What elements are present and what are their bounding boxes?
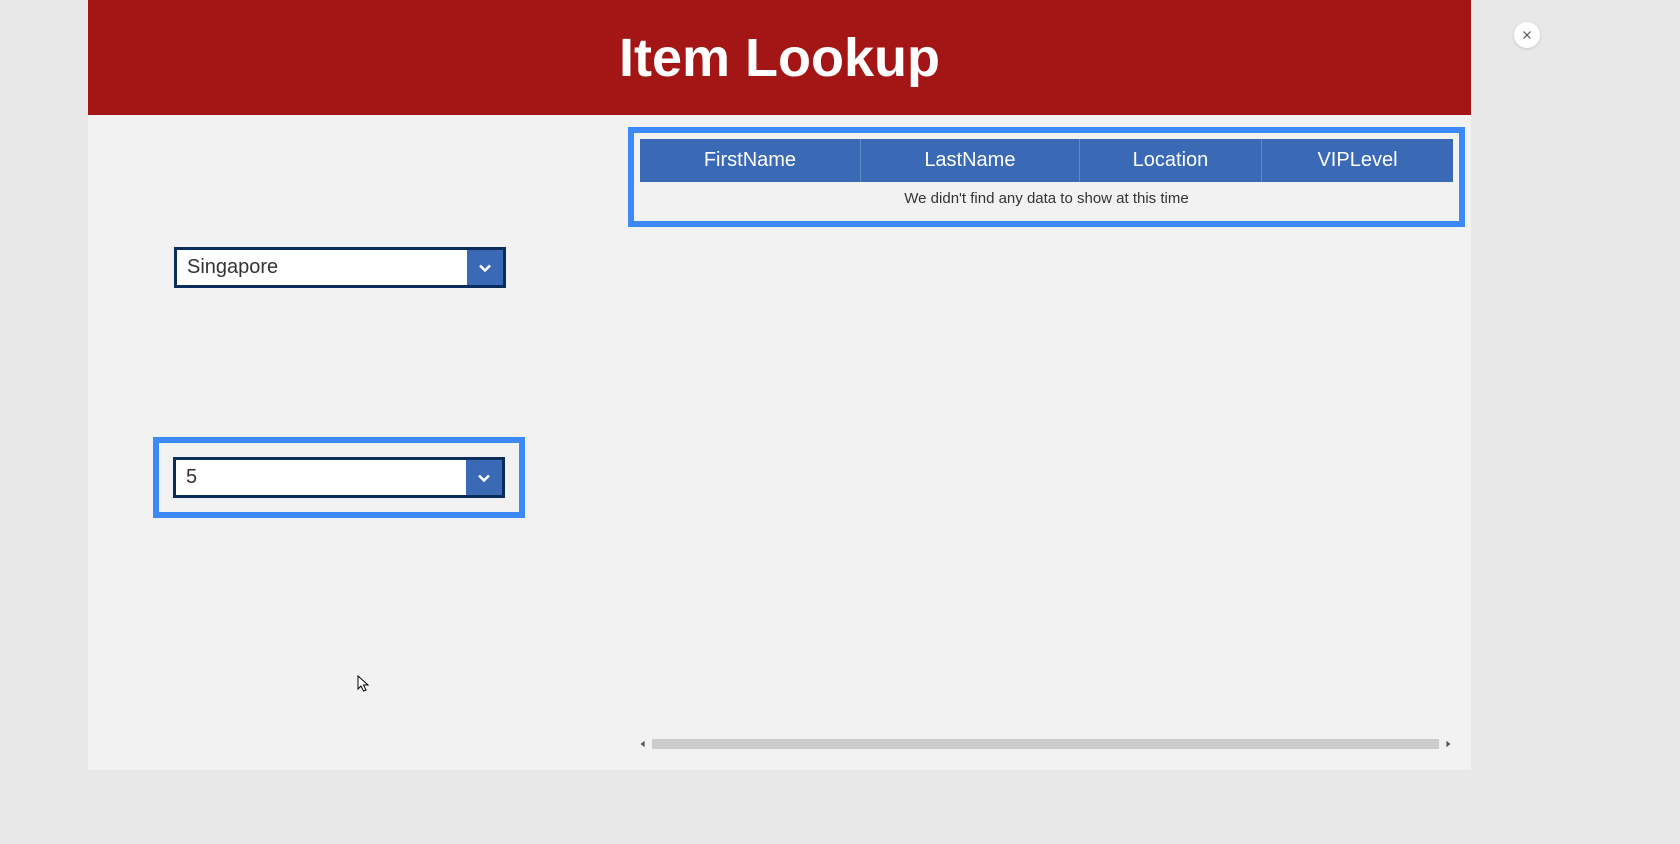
close-icon — [1520, 28, 1534, 42]
column-header-location[interactable]: Location — [1079, 139, 1261, 182]
scrollbar-track[interactable] — [652, 739, 1439, 749]
column-header-lastname[interactable]: LastName — [860, 139, 1079, 182]
chevron-down-icon — [467, 250, 503, 285]
chevron-down-icon — [466, 460, 502, 495]
column-header-viplevel[interactable]: VIPLevel — [1262, 139, 1453, 182]
empty-state-message: We didn't find any data to show at this … — [640, 182, 1453, 215]
empty-state-row: We didn't find any data to show at this … — [640, 182, 1453, 215]
page-title: Item Lookup — [619, 27, 940, 89]
content-area: Singapore 5 — [88, 115, 1471, 770]
header: Item Lookup — [88, 0, 1471, 115]
vip-dropdown[interactable]: 5 — [173, 457, 505, 498]
results-table-highlight: FirstName LastName Location VIPLevel We … — [628, 127, 1465, 227]
results-table: FirstName LastName Location VIPLevel We … — [640, 139, 1453, 215]
vip-dropdown-value: 5 — [176, 460, 466, 495]
location-dropdown[interactable]: Singapore — [174, 247, 506, 288]
app-frame: Item Lookup Singapore 5 — [88, 0, 1471, 770]
location-dropdown-value: Singapore — [177, 250, 467, 285]
close-button[interactable] — [1514, 22, 1540, 48]
scroll-left-arrow-icon[interactable] — [638, 737, 648, 751]
vip-dropdown-highlight: 5 — [153, 437, 525, 518]
scroll-right-arrow-icon[interactable] — [1443, 737, 1453, 751]
horizontal-scrollbar[interactable] — [638, 737, 1453, 751]
column-header-firstname[interactable]: FirstName — [640, 139, 860, 182]
